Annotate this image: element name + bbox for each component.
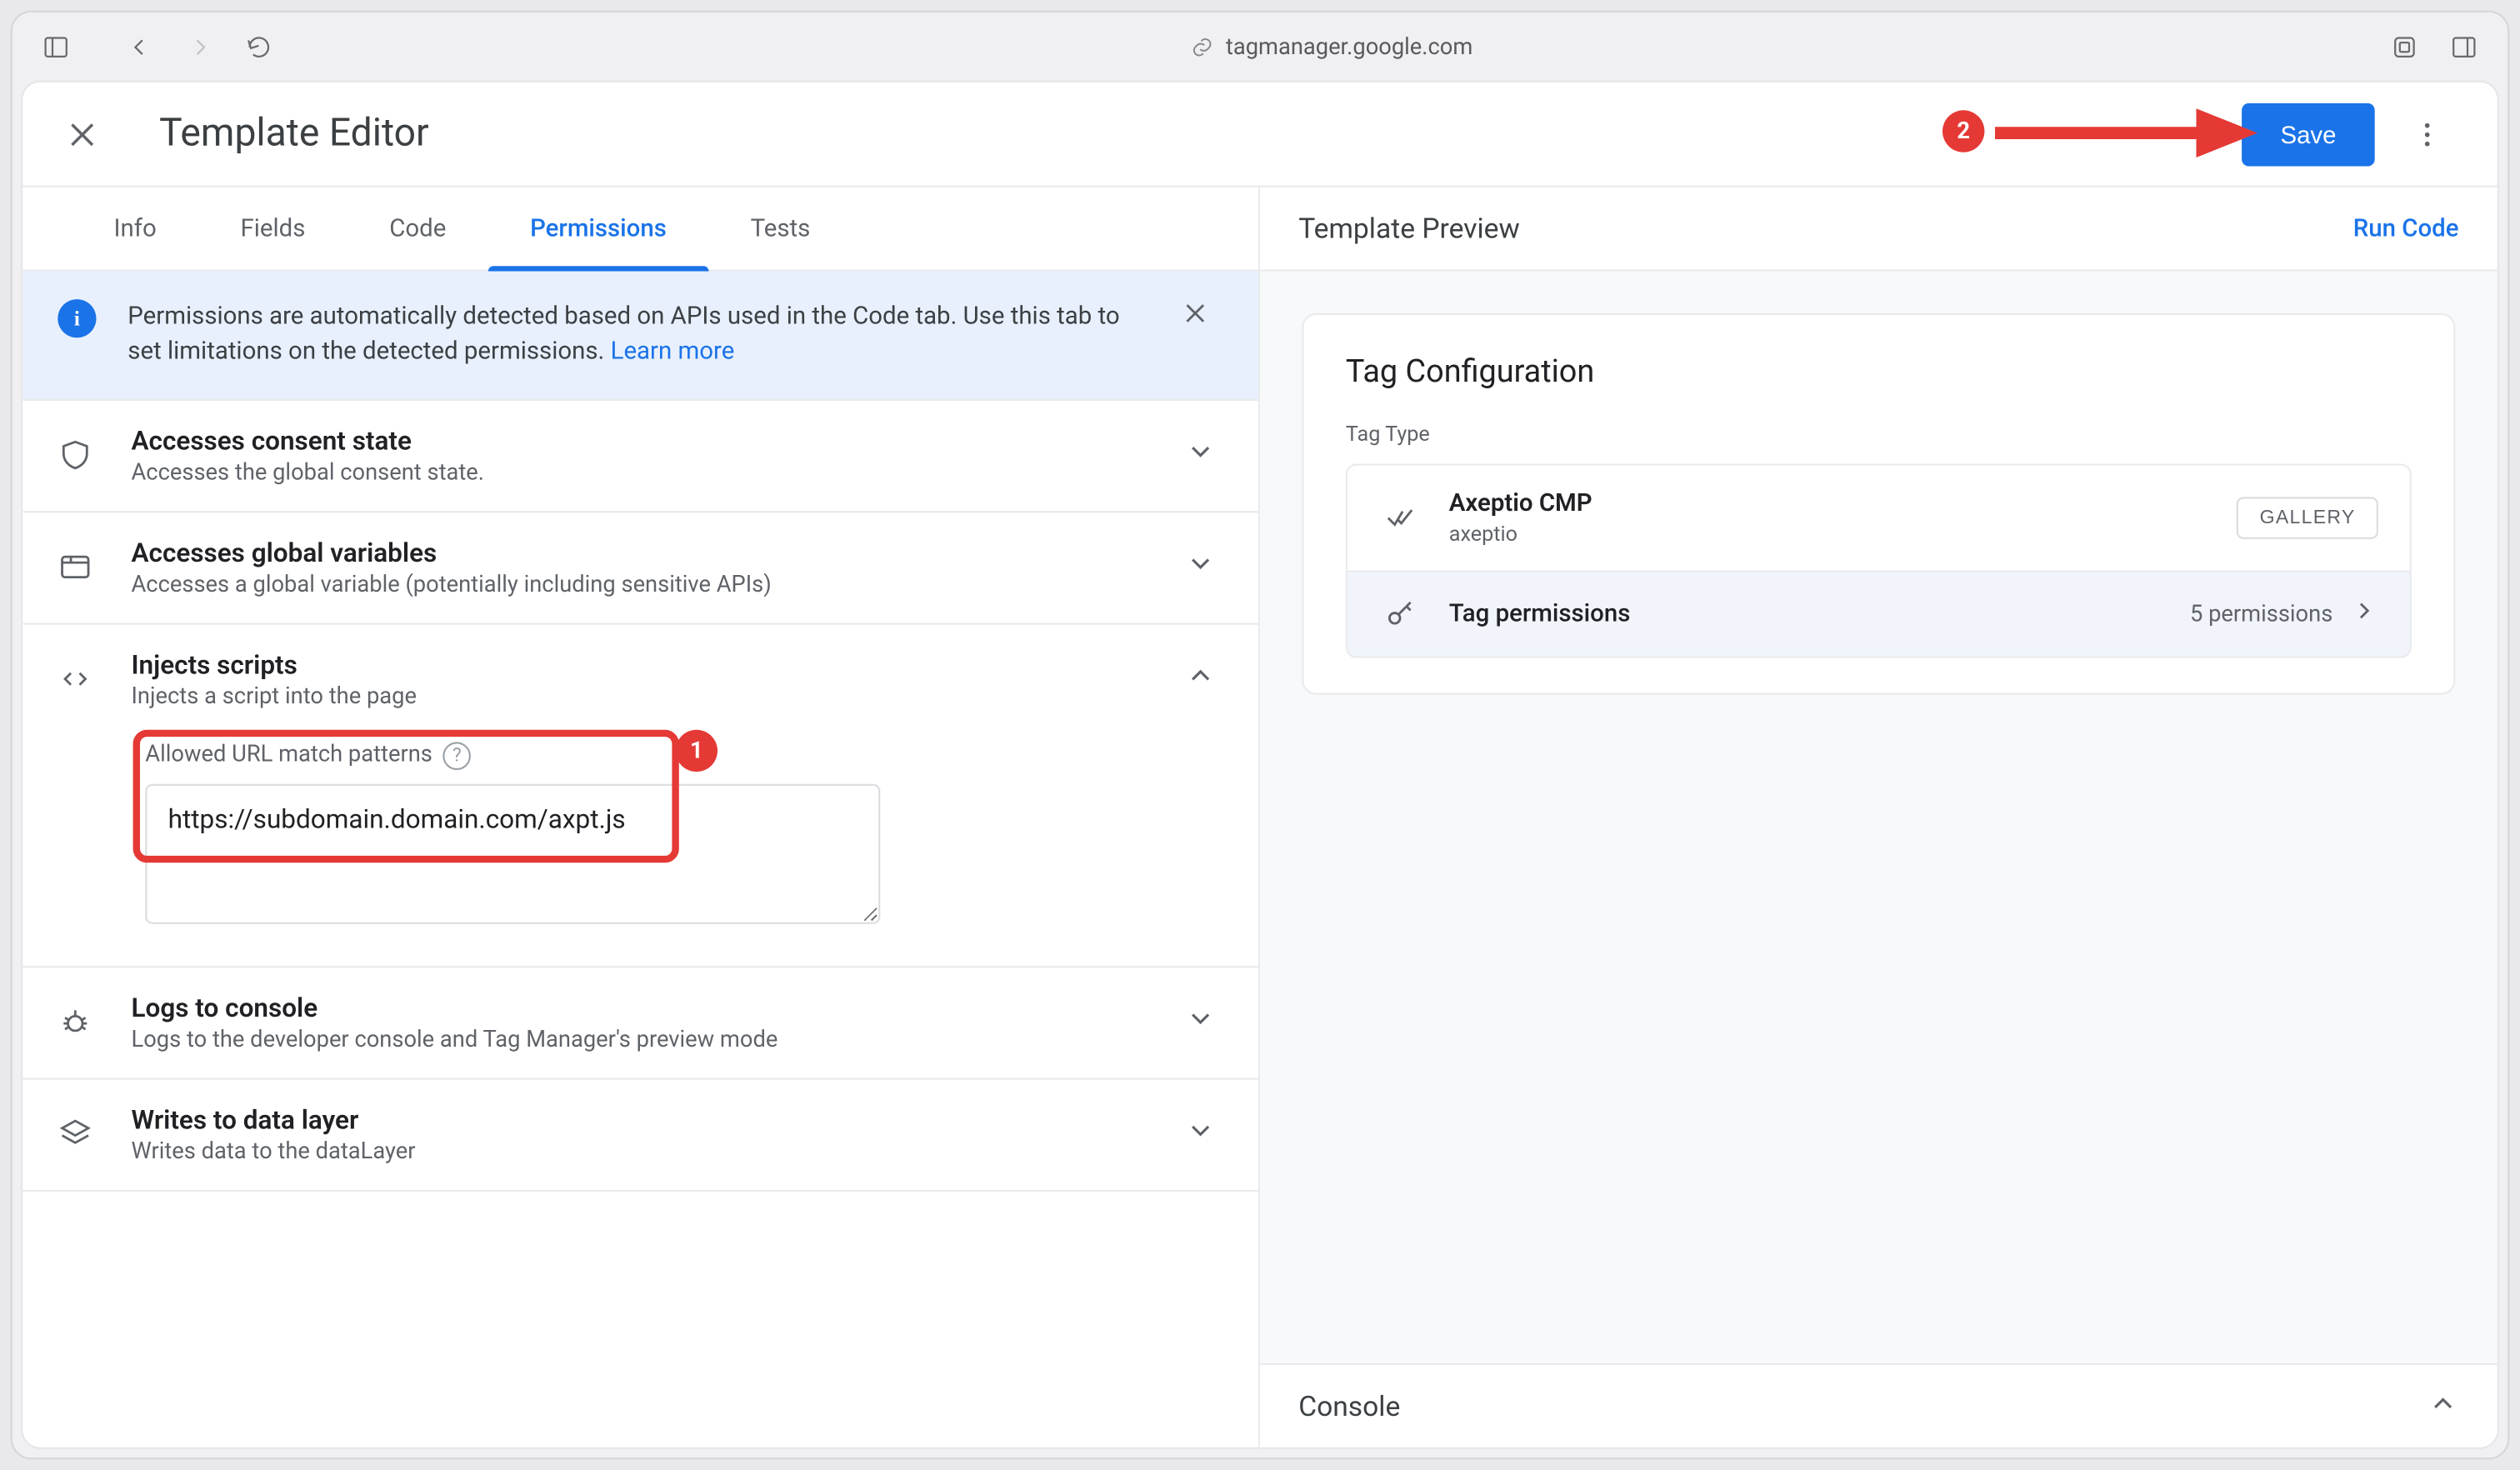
- shield-icon: [51, 438, 100, 472]
- overflow-menu-icon[interactable]: [2392, 99, 2462, 169]
- tag-config-card: Tag Configuration Tag Type Axeptio CMP: [1302, 313, 2455, 695]
- learn-more-link[interactable]: Learn more: [611, 338, 735, 367]
- chevron-up-icon: [1185, 660, 1217, 698]
- address-bar[interactable]: tagmanager.google.com: [292, 34, 2372, 61]
- link-icon: [1191, 35, 1215, 59]
- banner-text: Permissions are automatically detected b…: [128, 299, 1136, 370]
- tag-permissions-row[interactable]: Tag permissions 5 permissions: [1348, 571, 2410, 657]
- tabs-icon[interactable]: [2438, 21, 2490, 73]
- chevron-down-icon: [1185, 548, 1217, 586]
- checkmarks-icon: [1379, 502, 1421, 534]
- back-button[interactable]: [114, 21, 167, 73]
- editor-header: Template Editor Save: [22, 82, 2497, 188]
- info-icon: i: [58, 299, 96, 338]
- bug-icon: [51, 1005, 100, 1040]
- perm-head[interactable]: Logs to console Logs to the developer co…: [22, 967, 1258, 1077]
- close-icon[interactable]: [48, 99, 118, 169]
- tab-fields[interactable]: Fields: [198, 188, 348, 270]
- chevron-down-icon: [1185, 1002, 1217, 1041]
- console-bar[interactable]: Console: [1260, 1363, 2498, 1448]
- perm-head[interactable]: Accesses global variables Accesses a glo…: [22, 512, 1258, 622]
- tab-code[interactable]: Code: [348, 188, 488, 270]
- perm-logs-console: Logs to console Logs to the developer co…: [22, 967, 1258, 1078]
- run-code-button[interactable]: Run Code: [2353, 214, 2459, 242]
- tab-permissions[interactable]: Permissions: [488, 188, 709, 270]
- page-title: Template Editor: [159, 112, 429, 156]
- gallery-button[interactable]: GALLERY: [2237, 497, 2378, 538]
- banner-close-icon[interactable]: [1168, 299, 1223, 328]
- perm-consent-state: Accesses consent state Accesses the glob…: [22, 400, 1258, 512]
- layers-icon: [51, 1117, 100, 1152]
- chevron-up-icon: [2428, 1387, 2459, 1425]
- annotation-rect-1: [133, 730, 679, 863]
- perm-head[interactable]: Writes to data layer Writes data to the …: [22, 1079, 1258, 1189]
- tab-info[interactable]: Info: [72, 188, 198, 270]
- chevron-right-icon: [2350, 597, 2378, 632]
- chevron-down-icon: [1185, 436, 1217, 474]
- preview-header: Template Preview Run Code: [1260, 188, 2498, 272]
- reload-button[interactable]: [232, 21, 285, 73]
- perm-head[interactable]: Accesses consent state Accesses the glob…: [22, 400, 1258, 510]
- perm-global-variables: Accesses global variables Accesses a glo…: [22, 512, 1258, 623]
- browser-toolbar: tagmanager.google.com: [12, 12, 2508, 82]
- url-host: tagmanager.google.com: [1226, 34, 1472, 61]
- info-banner: i Permissions are automatically detected…: [22, 272, 1258, 401]
- right-pane: Template Preview Run Code Tag Configurat…: [1260, 188, 2498, 1448]
- save-button[interactable]: Save: [2242, 102, 2374, 166]
- code-icon: [51, 662, 100, 697]
- window-icon: [51, 550, 100, 585]
- perm-writes-datalayer: Writes to data layer Writes data to the …: [22, 1079, 1258, 1191]
- tabs: Info Fields Code Permissions Tests: [22, 188, 1258, 272]
- tab-tests[interactable]: Tests: [708, 188, 852, 270]
- sidebar-toggle-icon[interactable]: [30, 21, 82, 73]
- chevron-down-icon: [1185, 1115, 1217, 1153]
- perm-head[interactable]: Injects scripts Injects a script into th…: [22, 624, 1258, 734]
- forward-button: [173, 21, 226, 73]
- extensions-icon[interactable]: [2378, 21, 2431, 73]
- tag-row[interactable]: Axeptio CMP axeptio GALLERY: [1348, 466, 2410, 571]
- key-icon: [1379, 598, 1421, 630]
